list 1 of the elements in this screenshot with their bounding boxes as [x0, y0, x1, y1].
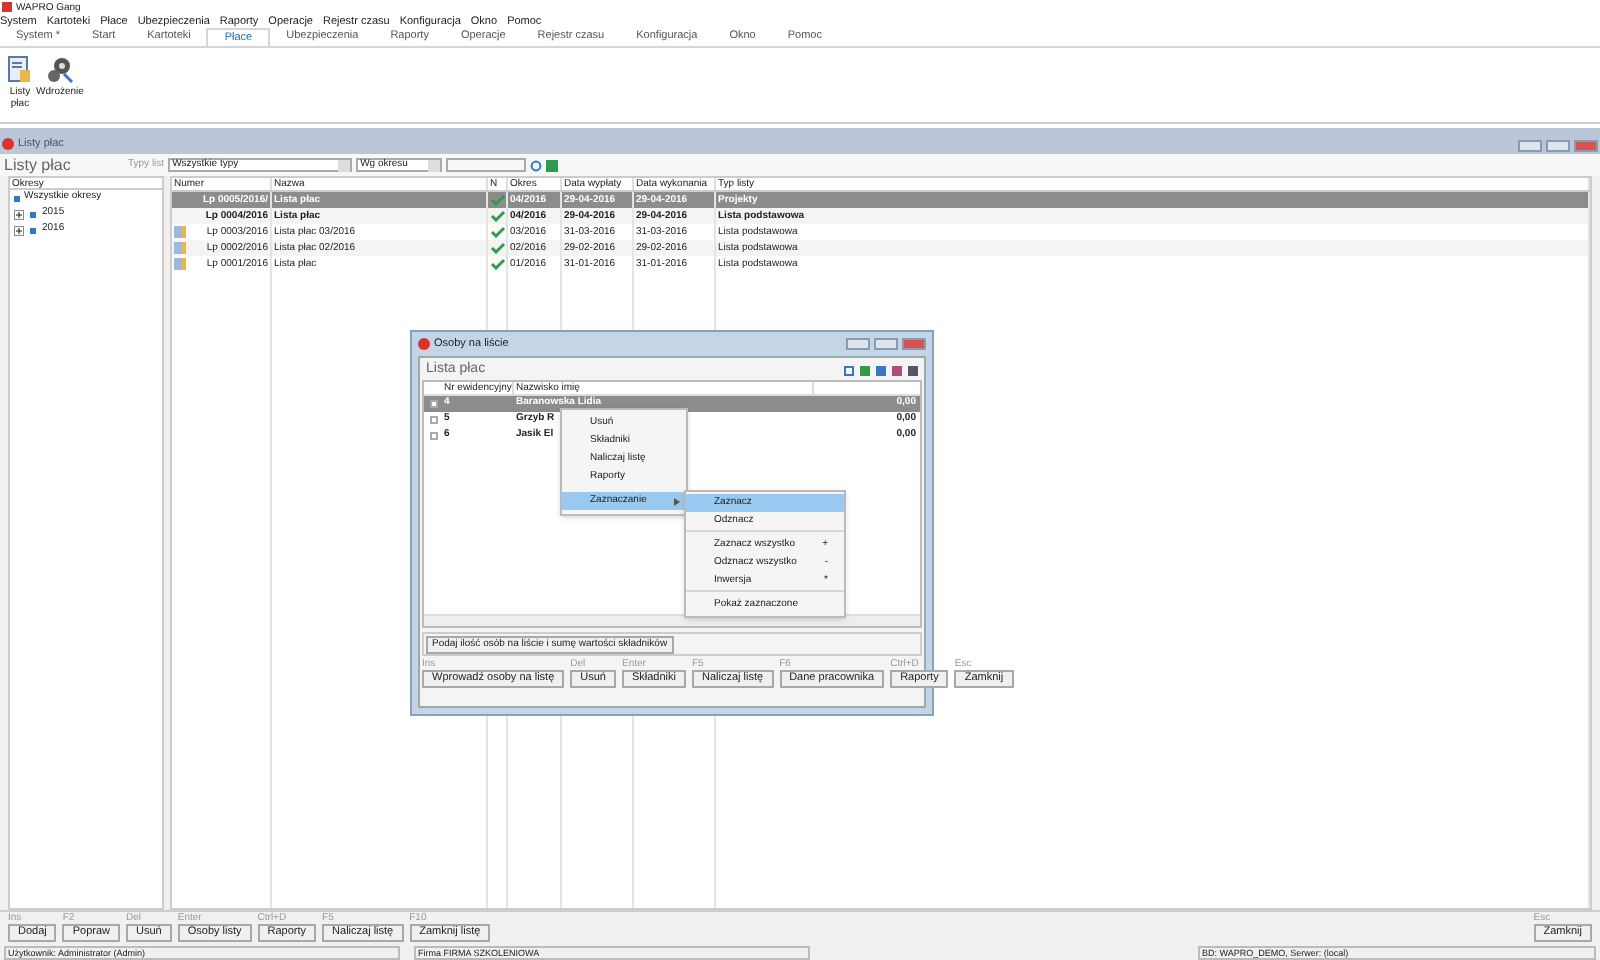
panel-heading: Listy płac [4, 153, 73, 177]
